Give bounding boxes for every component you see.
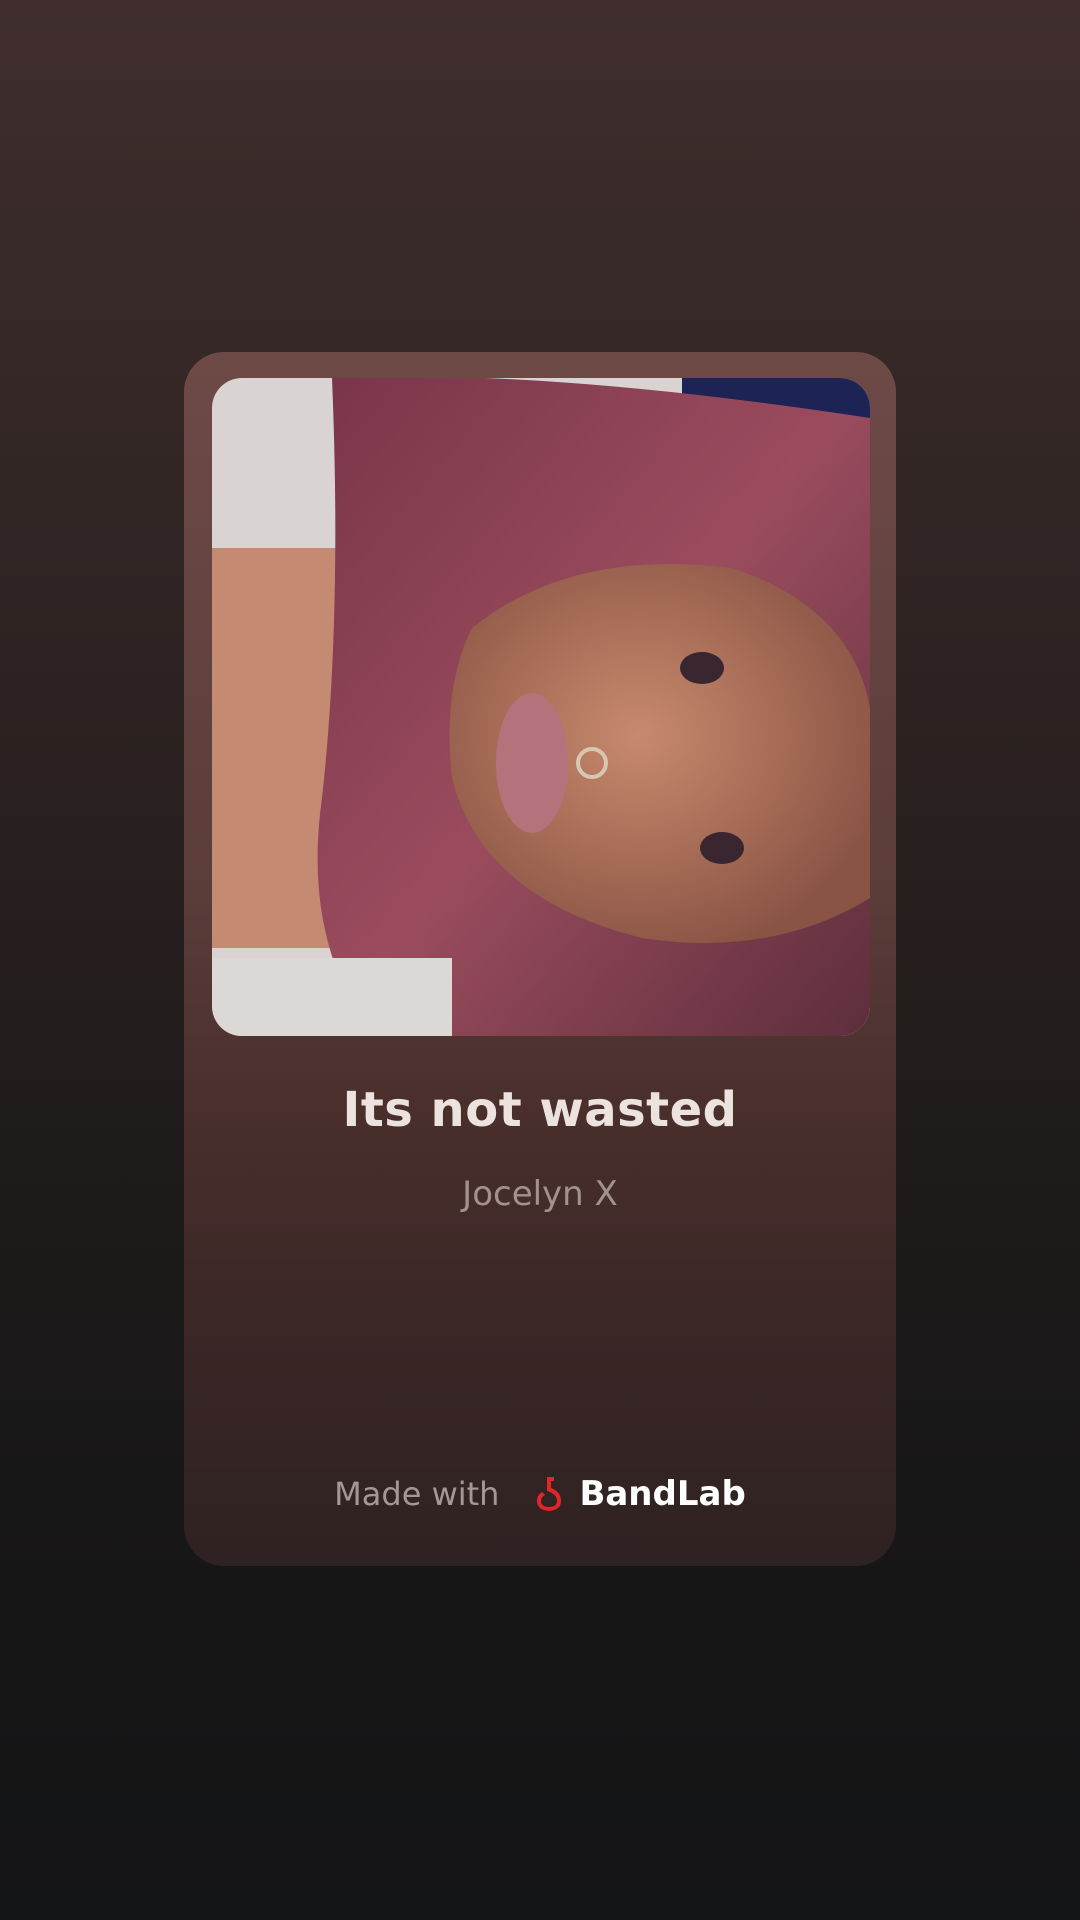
bandlab-logo-icon	[537, 1477, 562, 1511]
made-with-label: Made with	[334, 1475, 500, 1513]
made-with-footer: Made with BandLab	[184, 1468, 896, 1520]
bandlab-brand-link[interactable]: BandLab	[527, 1472, 746, 1516]
share-screen: { "track": { "title": "Its not wasted", …	[0, 0, 1080, 1920]
track-artwork	[212, 378, 870, 1036]
track-title: Its not wasted	[342, 1082, 738, 1138]
track-card: Its not wasted Jocelyn X Made with BandL…	[184, 352, 896, 1566]
track-artist[interactable]: Jocelyn X	[184, 1174, 896, 1214]
bandlab-brand-name: BandLab	[579, 1474, 746, 1514]
